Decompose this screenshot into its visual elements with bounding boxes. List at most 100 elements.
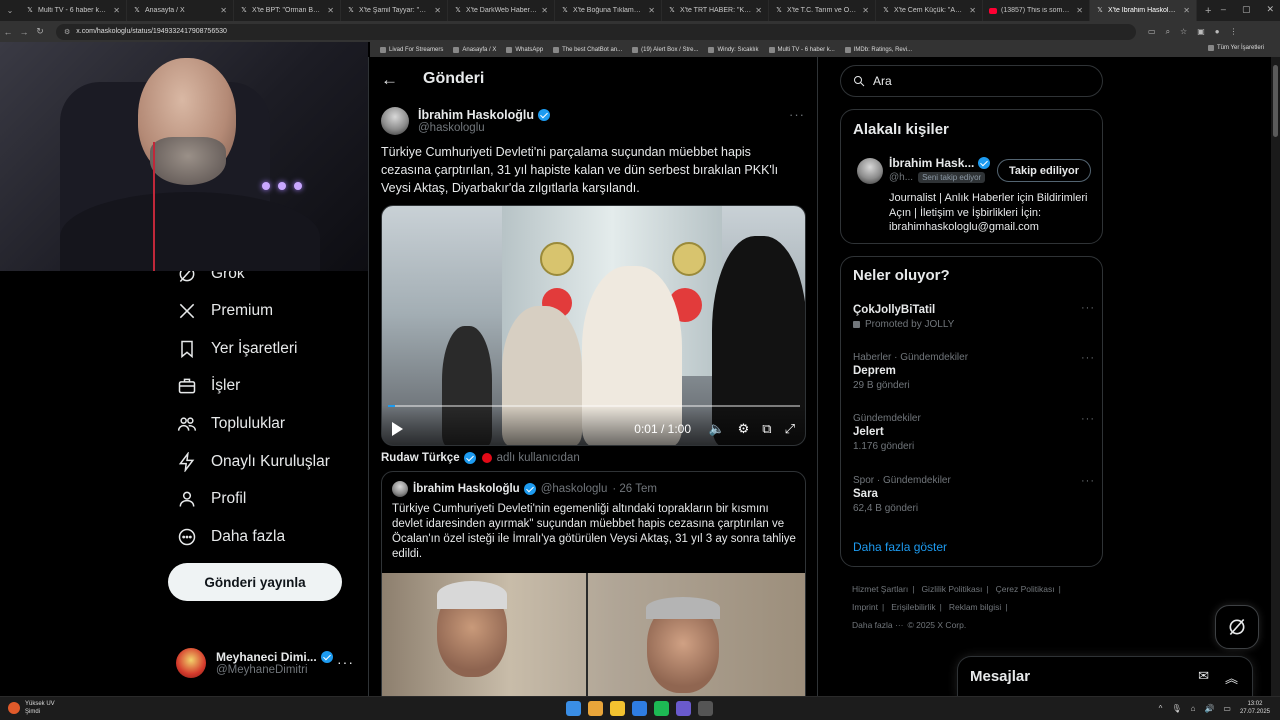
tab-close-icon[interactable]: ✕ xyxy=(1076,6,1083,15)
tweet-author[interactable]: İbrahim Haskoloğlu @haskologlu ··· xyxy=(381,103,807,139)
all-bookmarks-folder[interactable]: Tüm Yer İşaretleri xyxy=(1207,45,1264,51)
windows-start-icon[interactable] xyxy=(566,701,581,716)
back-arrow-icon[interactable]: ← xyxy=(381,70,398,90)
browser-tab[interactable]: 𝕏 X'te DarkWeb Haber: "Lrt ✕ xyxy=(448,0,555,21)
trend-item[interactable]: Spor · Gündemdekiler Sara 62,4 B gönderi ··… xyxy=(853,475,1095,514)
nav-item-i-şler[interactable]: İşler xyxy=(176,371,240,401)
zoom-icon[interactable]: ⌕ xyxy=(1166,27,1170,37)
search-input[interactable]: Ara xyxy=(840,65,1103,97)
post-button[interactable]: Gönderi yayınla xyxy=(168,563,342,601)
back-icon[interactable]: ← xyxy=(0,27,16,37)
app-icon[interactable] xyxy=(698,701,713,716)
reload-icon[interactable]: ↻ xyxy=(32,26,48,37)
more-icon[interactable]: ··· xyxy=(1081,352,1095,364)
profile-icon[interactable]: ● xyxy=(1215,27,1220,37)
avatar[interactable] xyxy=(857,158,883,184)
battery-icon[interactable]: ▭ xyxy=(1223,704,1231,713)
source-account[interactable]: Rudaw Türkçe xyxy=(381,452,476,464)
show-more-link[interactable]: Daha fazla göster xyxy=(853,540,947,554)
nav-item-daha-fazla[interactable]: Daha fazla xyxy=(176,522,285,552)
nav-item-profil[interactable]: Profil xyxy=(176,484,246,514)
cast-icon[interactable]: ▭ xyxy=(1148,27,1156,37)
bookmark-item[interactable]: Livad For Streamers xyxy=(380,46,443,53)
bookmark-item[interactable]: WhatsApp xyxy=(506,46,543,53)
new-tab-icon[interactable]: + xyxy=(1197,5,1219,17)
new-message-icon[interactable]: ✉ xyxy=(1198,668,1209,687)
video-player[interactable]: 0:01 / 1:00 🔈 ⚙ ⧉ ⤢ xyxy=(381,205,806,446)
spotify-icon[interactable] xyxy=(654,701,669,716)
browser-tab[interactable]: 𝕏 X'te TRT HABER: "Komand ✕ xyxy=(662,0,769,21)
more-icon[interactable]: ··· xyxy=(789,107,805,122)
close-window-icon[interactable]: ✕ xyxy=(1266,4,1274,15)
avatar[interactable] xyxy=(381,107,409,135)
nav-item-yer-i-şaretleri[interactable]: Yer İşaretleri xyxy=(176,334,297,364)
browser-tab[interactable]: 𝕏 X'te İbrahim Haskoloğlu ✕ xyxy=(1090,0,1197,21)
volume-icon[interactable]: 🔊 xyxy=(1204,704,1214,713)
tab-search-icon[interactable]: ⌄ xyxy=(0,6,20,15)
video-source[interactable]: Rudaw Türkçe adlı kullanıcıdan xyxy=(381,452,580,464)
app-icon[interactable] xyxy=(676,701,691,716)
tab-close-icon[interactable]: ✕ xyxy=(434,6,441,15)
following-button[interactable]: Takip ediliyor xyxy=(997,159,1091,182)
browser-tab[interactable]: 𝕏 Multi TV - 6 haber kanalı ✕ xyxy=(20,0,127,21)
nav-item-onaylı-kuruluşlar[interactable]: Onaylı Kuruluşlar xyxy=(176,447,330,477)
extension-icon[interactable]: ▣ xyxy=(1197,27,1205,37)
more-icon[interactable]: ··· xyxy=(337,654,354,670)
tab-close-icon[interactable]: ✕ xyxy=(327,6,334,15)
tab-close-icon[interactable]: ✕ xyxy=(862,6,869,15)
quoted-tweet[interactable]: İbrahim Haskoloğlu @haskologlu · 26 Tem … xyxy=(381,471,806,696)
footer-link[interactable]: Çerez Politikası xyxy=(996,584,1055,594)
more-icon[interactable]: ··· xyxy=(1081,413,1095,425)
trend-item[interactable]: Gündemdekiler Jelert 1.176 gönderi ··· xyxy=(853,413,1095,452)
quoted-image[interactable] xyxy=(382,573,805,696)
microphone-icon[interactable]: 🎙 xyxy=(1171,704,1181,713)
minimize-icon[interactable]: – xyxy=(1221,4,1226,15)
nav-item-topluluklar[interactable]: Topluluklar xyxy=(176,409,285,439)
weather-widget[interactable]: Yüksek UV Şimdi xyxy=(8,700,55,716)
tab-close-icon[interactable]: ✕ xyxy=(541,6,548,15)
star-icon[interactable]: ☆ xyxy=(1180,27,1187,37)
nav-item-premium[interactable]: Premium xyxy=(176,296,273,326)
more-icon[interactable]: ··· xyxy=(1081,302,1095,314)
footer-link[interactable]: Gizlilik Politikası xyxy=(921,584,982,594)
more-icon[interactable]: ··· xyxy=(1081,475,1095,487)
network-icon[interactable]: ⌂ xyxy=(1191,704,1196,713)
play-icon[interactable] xyxy=(392,422,403,436)
bookmark-item[interactable]: The best ChatBot an... xyxy=(553,46,622,53)
tab-close-icon[interactable]: ✕ xyxy=(755,6,762,15)
browser-tab[interactable]: 𝕏 X'te Şamil Tayyar: "CHP Gr ✕ xyxy=(341,0,448,21)
video-progress-bar[interactable] xyxy=(388,405,800,407)
bookmark-item[interactable]: IMDb: Ratings, Revi... xyxy=(844,46,912,53)
browser-tab[interactable]: 𝕏 X'te T.C. Tarım ve Orman ✕ xyxy=(769,0,876,21)
related-name[interactable]: İbrahim Hask... xyxy=(889,156,991,170)
settings-icon[interactable]: ⚙ xyxy=(738,421,750,437)
maximize-icon[interactable]: ▢ xyxy=(1242,4,1251,15)
page-scrollbar[interactable] xyxy=(1271,57,1280,696)
tab-close-icon[interactable]: ✕ xyxy=(220,6,227,15)
file-explorer-icon[interactable] xyxy=(610,701,625,716)
trend-item[interactable]: Haberler · Gündemdekiler Deprem 29 B gönde… xyxy=(853,352,1095,391)
scrollbar-thumb[interactable] xyxy=(1273,65,1278,137)
address-bar[interactable]: ⚙ x.com/haskologlu/status/19493324179087… xyxy=(56,23,1136,40)
chrome-icon[interactable] xyxy=(588,701,603,716)
tab-close-icon[interactable]: ✕ xyxy=(648,6,655,15)
bookmark-item[interactable]: (19) Alert Box / Stre... xyxy=(632,46,698,53)
chevron-up-icon[interactable]: ^ xyxy=(1159,704,1163,713)
volume-icon[interactable]: 🔈 xyxy=(708,421,724,437)
footer-link[interactable]: Daha fazla ··· xyxy=(852,620,904,630)
browser-tab[interactable]: 𝕏 X'te Cem Küçük: "Abdülk ✕ xyxy=(876,0,983,21)
browser-tab[interactable]: (13857) This is some funn ✕ xyxy=(983,0,1090,21)
footer-link[interactable]: Erişilebilirlik xyxy=(891,602,935,612)
footer-link[interactable]: Imprint xyxy=(852,602,878,612)
messages-drawer[interactable]: Mesajlar ✉ ︽ xyxy=(957,656,1253,698)
pip-icon[interactable]: ⧉ xyxy=(762,421,771,437)
bookmark-item[interactable]: Windy: Sıcaklık xyxy=(708,46,759,53)
tab-close-icon[interactable]: ✕ xyxy=(113,6,120,15)
chevron-up-icon[interactable]: ︽ xyxy=(1225,668,1238,687)
browser-tab[interactable]: 𝕏 X'te BPT: "Orman Bakanı ✕ xyxy=(234,0,341,21)
account-switcher[interactable]: Meyhaneci Dimi... @MeyhaneDimitri ··· xyxy=(176,646,366,680)
site-info-icon[interactable]: ⚙ xyxy=(64,28,70,36)
trend-item[interactable]: ÇokJollyBiTatil Promoted by JOLLY ··· xyxy=(853,302,1095,330)
browser-tab[interactable]: 𝕏 X'te Boğuna Tıklama: "Lrt ✕ xyxy=(555,0,662,21)
footer-link[interactable]: Hizmet Şartları xyxy=(852,584,908,594)
